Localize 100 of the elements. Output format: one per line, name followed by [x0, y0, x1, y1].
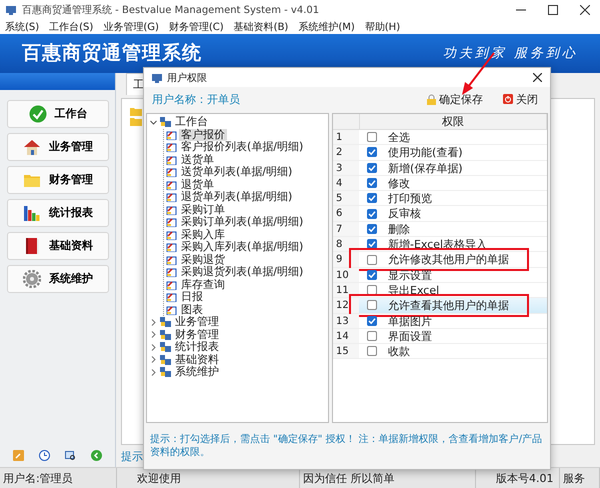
sidebar-button[interactable]: 系统维护: [7, 264, 109, 293]
form-icon: [166, 192, 177, 202]
grid-row[interactable]: 13 单据图片: [333, 314, 547, 329]
row-number: 4: [333, 176, 359, 190]
chevron-right-icon[interactable]: [149, 368, 158, 377]
tree-item[interactable]: 财务管理: [173, 328, 221, 341]
user-name-label: 用户名称：开单员: [152, 92, 241, 106]
tree-item[interactable]: 日报: [179, 291, 205, 304]
sidebar-button[interactable]: 统计报表: [7, 198, 109, 227]
chevron-down-icon[interactable]: [149, 118, 158, 127]
checkbox[interactable]: [367, 239, 377, 250]
close-icon[interactable]: [580, 4, 590, 15]
menu-item[interactable]: 财务管理(C): [168, 20, 224, 34]
form-icon: [166, 130, 177, 140]
dialog-title: 用户权限: [167, 72, 208, 84]
tree-item[interactable]: 客户报价列表(单据/明细): [179, 141, 306, 154]
tree-item[interactable]: 统计报表: [173, 341, 221, 354]
checkbox[interactable]: [367, 147, 377, 158]
form-icon: [166, 242, 177, 252]
tree-item[interactable]: 退货单: [179, 178, 216, 191]
grid-row[interactable]: 5 打印预览: [333, 191, 547, 206]
checkbox[interactable]: [367, 270, 377, 280]
window-title: 百惠商贸通管理系统 - Bestvalue Management System - v4.01: [22, 4, 320, 17]
permission-label: 允许查看其他用户的单据: [387, 298, 510, 313]
tree-item[interactable]: 送货单列表(单据/明细): [179, 166, 294, 178]
grid-row[interactable]: 14 界面设置: [333, 328, 547, 344]
checkbox[interactable]: [367, 300, 377, 310]
save-button[interactable]: 确定保存: [421, 90, 489, 108]
clock-icon[interactable]: [39, 450, 50, 462]
grid-row[interactable]: 9 允许修改其他用户的单据: [333, 252, 547, 268]
form-icon: [166, 280, 177, 290]
menu-item[interactable]: 帮助(H): [364, 20, 400, 34]
checkbox[interactable]: [367, 132, 377, 142]
tree-item[interactable]: 采购订单列表(单据/明细): [179, 216, 306, 228]
form-icon: [166, 254, 177, 265]
tree-item[interactable]: 采购入库列表(单据/明细): [179, 241, 306, 254]
chevron-right-icon[interactable]: [149, 355, 158, 364]
chevron-right-icon[interactable]: [149, 330, 158, 340]
row-number: 1: [333, 130, 359, 144]
row-number: 10: [333, 268, 359, 282]
back-icon[interactable]: [90, 450, 102, 462]
tree-item[interactable]: 业务管理: [173, 316, 221, 328]
tree-item[interactable]: 采购退货: [179, 254, 227, 266]
slogan: 功夫到家 服务到心: [442, 45, 578, 62]
checkbox[interactable]: [367, 224, 377, 234]
close-button[interactable]: 关闭: [497, 90, 544, 108]
close-icon[interactable]: [533, 73, 542, 82]
lock-icon: [427, 94, 436, 104]
tree-item[interactable]: 采购退货列表(单据/明细): [179, 266, 306, 278]
menu-item[interactable]: 系统维护(M): [298, 20, 355, 34]
tree-item[interactable]: 采购订单: [179, 204, 227, 216]
tree-item[interactable]: 图表: [179, 304, 205, 316]
folder-icon: [130, 106, 142, 116]
sidebar-button[interactable]: 工作台: [7, 100, 109, 128]
grid-row[interactable]: 7 删除: [333, 222, 547, 238]
tree-item[interactable]: 系统维护: [173, 366, 221, 378]
grid-row[interactable]: 15 收款: [333, 344, 547, 360]
permission-label: 显示设置: [387, 268, 433, 282]
chevron-right-icon[interactable]: [149, 342, 158, 352]
form-icon: [166, 217, 177, 228]
checkbox[interactable]: [367, 208, 377, 219]
permission-label: 全选: [387, 130, 411, 144]
tree-item[interactable]: 采购入库: [179, 228, 227, 241]
tree-item[interactable]: 退货单列表(单据/明细): [179, 191, 294, 204]
chevron-right-icon[interactable]: [149, 318, 158, 327]
checkbox[interactable]: [367, 162, 377, 173]
sidebar-button[interactable]: 业务管理: [7, 132, 109, 161]
menu-item[interactable]: 系统(S): [5, 20, 40, 34]
tree-item[interactable]: 工作台: [173, 116, 210, 128]
checkbox[interactable]: [367, 285, 377, 296]
permission-label: 使用功能(查看): [387, 145, 464, 160]
grid-row[interactable]: 6 反审核: [333, 206, 547, 222]
tree-item[interactable]: 客户报价: [179, 128, 227, 141]
permission-label: 界面设置: [387, 328, 433, 344]
grid-row[interactable]: 1 全选: [333, 130, 547, 146]
grid-row[interactable]: 10 显示设置: [333, 268, 547, 283]
menu-item[interactable]: 基础资料(B): [234, 20, 288, 34]
menu-item[interactable]: 业务管理(G): [103, 20, 159, 34]
checkbox[interactable]: [367, 178, 377, 188]
maximize-icon[interactable]: [548, 4, 558, 15]
grid-row[interactable]: 3 新增(保存单据): [333, 160, 547, 176]
form-icon: [166, 204, 177, 215]
window-search-icon[interactable]: [64, 450, 76, 462]
row-number: 13: [333, 314, 359, 328]
sidebar-button[interactable]: 基础资料: [7, 232, 109, 260]
row-number: 12: [333, 298, 359, 313]
permission-label: 删除: [387, 222, 411, 236]
sidebar-button[interactable]: 财务管理: [7, 166, 109, 194]
checkbox[interactable]: [367, 254, 377, 265]
grid-row[interactable]: 4 修改: [333, 176, 547, 192]
bar-chart-icon: [23, 204, 41, 222]
tree-item[interactable]: 基础资料: [173, 354, 221, 366]
checkbox[interactable]: [367, 331, 377, 341]
menu-item[interactable]: 工作台(S): [49, 20, 94, 34]
tree-item[interactable]: 送货单: [179, 154, 216, 166]
checkbox[interactable]: [367, 193, 377, 204]
checkbox[interactable]: [367, 316, 377, 326]
grid-row[interactable]: 2 使用功能(查看): [333, 145, 547, 161]
tree-item[interactable]: 库存查询: [179, 278, 227, 291]
checkbox[interactable]: [367, 346, 377, 356]
